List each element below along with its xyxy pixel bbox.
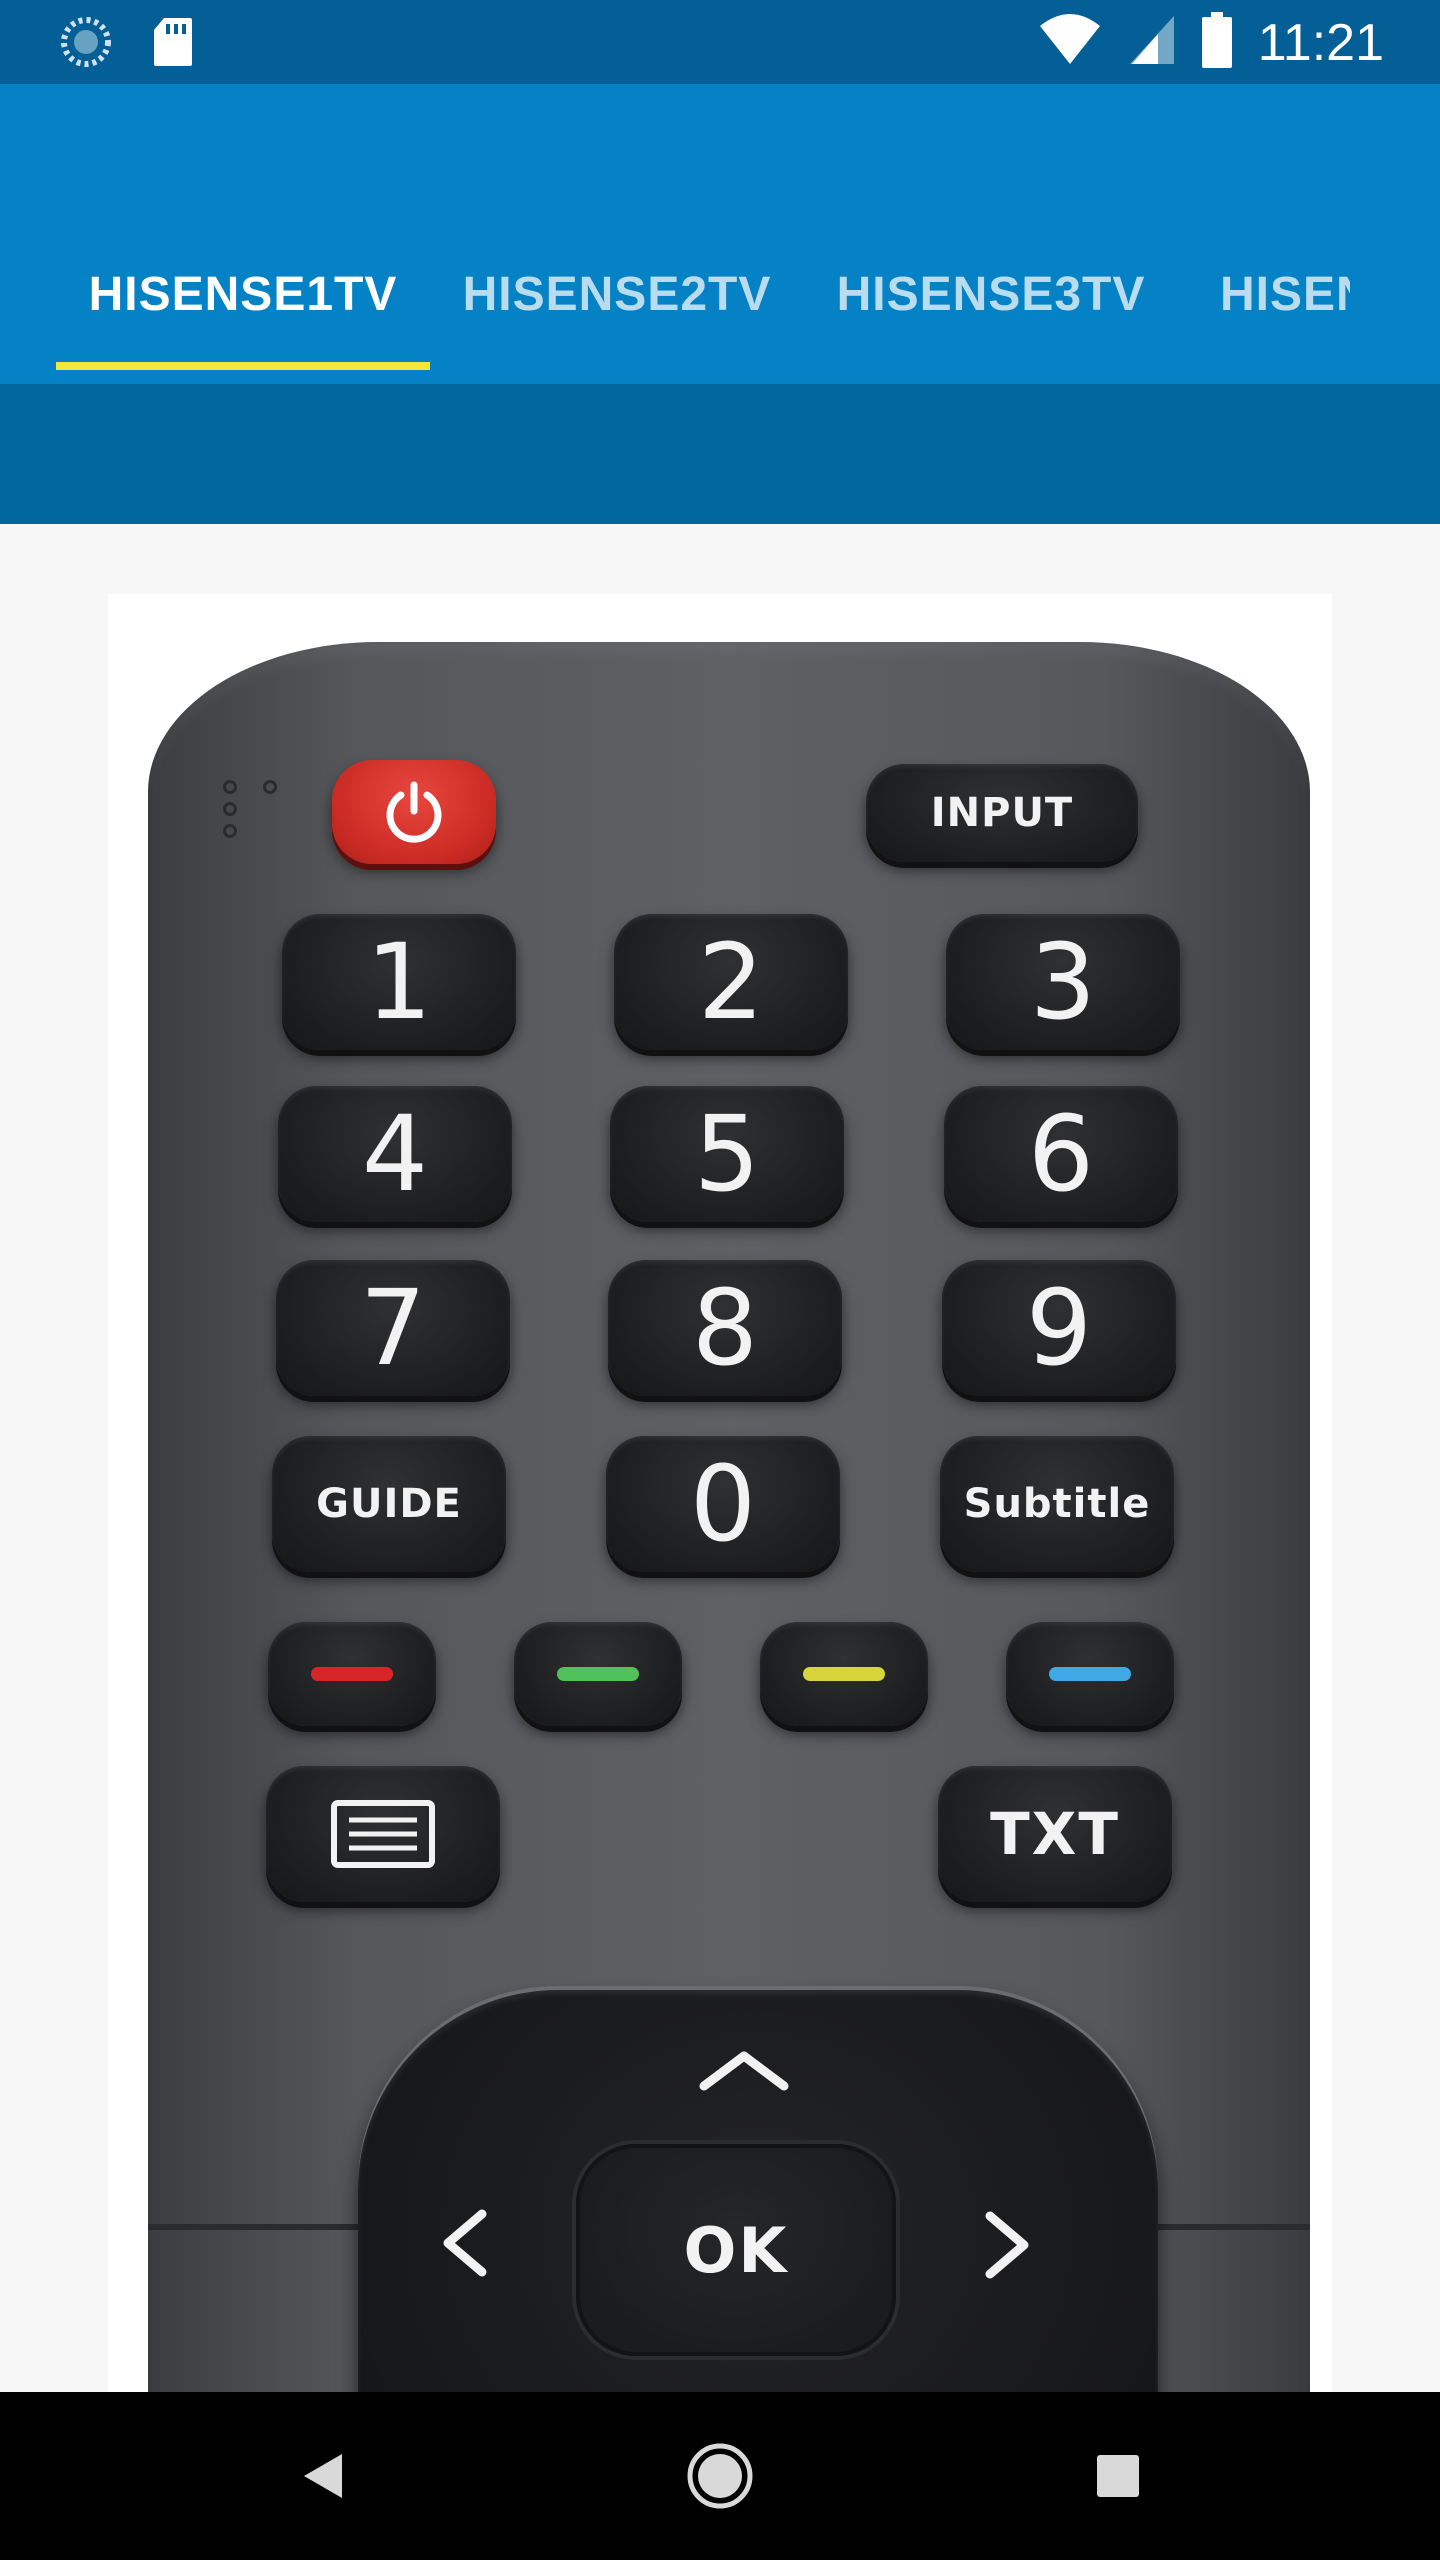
- remote-image: INPUT 1 2 3 4 5 6 7 8 9 GUIDE 0 Subtitle…: [148, 642, 1310, 2392]
- red-bar: [311, 1667, 393, 1681]
- wifi-icon: [1038, 14, 1102, 71]
- key-7[interactable]: 7: [276, 1260, 510, 1396]
- remote-image-card: INPUT 1 2 3 4 5 6 7 8 9 GUIDE 0 Subtitle…: [108, 594, 1332, 2392]
- tab-hisense2tv[interactable]: HISENSE2TV: [430, 204, 804, 384]
- tab-hisense3tv[interactable]: HISENSE3TV: [804, 204, 1178, 384]
- txt-button[interactable]: TXT: [938, 1766, 1172, 1902]
- green-bar: [557, 1667, 639, 1681]
- navigation-bar: [0, 2392, 1440, 2560]
- back-button[interactable]: [238, 2392, 406, 2560]
- right-arrow-icon[interactable]: [980, 2210, 1036, 2280]
- menu-icon: [331, 1800, 435, 1868]
- blue-bar: [1049, 1667, 1131, 1681]
- key-8[interactable]: 8: [608, 1260, 842, 1396]
- menu-button[interactable]: [266, 1766, 500, 1902]
- key-2[interactable]: 2: [614, 914, 848, 1050]
- right-groove: [1158, 2224, 1310, 2230]
- tab-bar: HISENSE1TV HISENSE2TV HISENSE3TV HISENSE…: [0, 204, 1380, 384]
- tab-indicator: [56, 362, 430, 370]
- signal-icon: [1128, 14, 1176, 71]
- guide-button[interactable]: GUIDE: [272, 1436, 506, 1572]
- key-6[interactable]: 6: [944, 1086, 1178, 1222]
- yellow-bar: [803, 1667, 885, 1681]
- sync-icon: [60, 16, 112, 73]
- recents-icon: [1097, 2455, 1139, 2497]
- key-4[interactable]: 4: [278, 1086, 512, 1222]
- tab-fade: [1350, 204, 1410, 384]
- key-1[interactable]: 1: [282, 914, 516, 1050]
- input-button[interactable]: INPUT: [866, 764, 1138, 862]
- status-time: 11:21: [1257, 13, 1384, 72]
- key-3[interactable]: 3: [946, 914, 1180, 1050]
- left-arrow-icon[interactable]: [436, 2208, 492, 2278]
- green-button[interactable]: [514, 1622, 682, 1726]
- left-groove: [148, 2224, 358, 2230]
- blue-button[interactable]: [1006, 1622, 1174, 1726]
- ok-button[interactable]: OK: [576, 2144, 896, 2356]
- yellow-button[interactable]: [760, 1622, 928, 1726]
- home-icon: [687, 2443, 753, 2509]
- toolbar-band: [0, 384, 1440, 524]
- sd-card-icon: [152, 16, 194, 73]
- key-5[interactable]: 5: [610, 1086, 844, 1222]
- status-bar: 11:21: [0, 0, 1440, 84]
- input-label: INPUT: [930, 790, 1074, 836]
- up-arrow-icon[interactable]: [696, 2046, 792, 2094]
- recents-button[interactable]: [1034, 2392, 1202, 2560]
- key-0[interactable]: 0: [606, 1436, 840, 1572]
- red-button[interactable]: [268, 1622, 436, 1726]
- power-button[interactable]: [332, 760, 496, 864]
- home-button[interactable]: [636, 2392, 804, 2560]
- back-icon: [304, 2454, 342, 2498]
- subtitle-button[interactable]: Subtitle: [940, 1436, 1174, 1572]
- dpad: OK: [358, 1990, 1158, 2392]
- tab-hisense1tv[interactable]: HISENSE1TV: [56, 204, 430, 384]
- power-icon: [386, 781, 442, 843]
- battery-icon: [1201, 12, 1232, 73]
- key-9[interactable]: 9: [942, 1260, 1176, 1396]
